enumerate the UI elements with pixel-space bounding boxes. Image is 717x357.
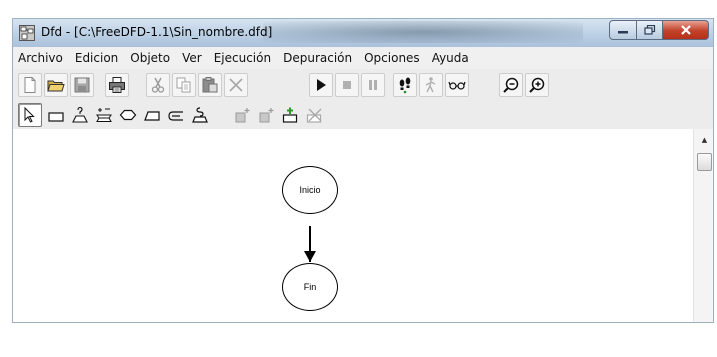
minimize-button[interactable] <box>609 20 637 40</box>
step-footprints-icon <box>399 77 411 94</box>
minimize-icon <box>618 31 628 34</box>
print-button[interactable] <box>105 73 129 97</box>
menu-ejecucion[interactable]: Ejecución <box>214 51 271 65</box>
restore-icon <box>643 25 655 35</box>
subprogram-call-tool[interactable] <box>164 103 188 127</box>
assignment-icon <box>48 112 64 122</box>
menu-objeto[interactable]: Objeto <box>130 51 170 65</box>
assignment-tool[interactable] <box>44 103 68 127</box>
scroll-up-arrow-icon[interactable]: ▲ <box>694 133 713 147</box>
subprogram-tool[interactable] <box>255 103 279 127</box>
new-subprogram-tool[interactable] <box>279 103 303 127</box>
pointer-icon <box>24 106 35 123</box>
objects-toolbar <box>13 101 713 129</box>
decision-icon <box>119 109 137 121</box>
stop-button[interactable] <box>335 73 359 97</box>
delete-subprogram-tool[interactable] <box>303 103 327 127</box>
print-icon <box>109 77 125 93</box>
save-disk-icon <box>74 77 90 93</box>
start-node[interactable]: Inicio <box>282 166 338 214</box>
output-tool[interactable] <box>140 103 164 127</box>
run-icon <box>317 79 326 91</box>
vertical-scrollbar[interactable]: ▲ <box>693 129 713 322</box>
delete-icon <box>229 78 243 92</box>
decision-tool[interactable] <box>116 103 140 127</box>
scroll-thumb[interactable] <box>697 153 712 171</box>
copy-button[interactable] <box>172 73 196 97</box>
delete-button[interactable] <box>224 73 248 97</box>
window-controls <box>609 20 709 40</box>
menu-depuracion[interactable]: Depuración <box>283 51 352 65</box>
window-title: Dfd - [C:\FreeDFD-1.1\Sin_nombre.dfd] <box>41 25 273 39</box>
app-icon[interactable] <box>19 25 35 41</box>
read-icon <box>72 106 88 123</box>
watch-glasses-icon <box>448 81 466 90</box>
watch-button[interactable] <box>445 73 469 97</box>
zoom-in-button[interactable] <box>525 73 549 97</box>
insert-subprogram-icon <box>235 108 250 123</box>
output-icon <box>144 111 160 121</box>
walk-icon <box>425 77 436 93</box>
copy-icon <box>176 77 191 93</box>
pointer-tool[interactable] <box>18 103 42 127</box>
paste-icon <box>202 77 218 93</box>
new-subprogram-icon <box>282 107 298 123</box>
cut-button[interactable] <box>146 73 170 97</box>
loop-icon <box>96 108 112 122</box>
delete-subprogram-icon <box>306 108 322 123</box>
subprogram-call-icon <box>168 111 183 121</box>
menu-edicion[interactable]: Edicion <box>75 51 118 65</box>
menu-bar: Archivo Edicion Objeto Ver Ejecución Dep… <box>13 47 713 69</box>
open-button[interactable] <box>44 73 68 97</box>
close-icon <box>680 25 691 35</box>
paste-button[interactable] <box>198 73 222 97</box>
title-bar-glass <box>263 21 583 43</box>
zoom-in-icon <box>529 77 545 93</box>
menu-opciones[interactable]: Opciones <box>364 51 420 65</box>
pause-icon <box>369 80 377 90</box>
new-document-icon <box>24 77 36 93</box>
stop-icon <box>343 81 351 89</box>
read-tool[interactable] <box>68 103 92 127</box>
app-window: Dfd - [C:\FreeDFD-1.1\Sin_nombre.dfd] Ar… <box>12 18 714 323</box>
menu-archivo[interactable]: Archivo <box>18 51 63 65</box>
pause-button[interactable] <box>361 73 385 97</box>
end-node[interactable]: Fin <box>282 263 338 311</box>
write-tool[interactable] <box>188 103 212 127</box>
open-folder-icon <box>47 80 65 92</box>
menu-ayuda[interactable]: Ayuda <box>432 51 469 65</box>
cut-icon <box>151 77 165 93</box>
new-button[interactable] <box>18 73 42 97</box>
menu-ver[interactable]: Ver <box>182 51 202 65</box>
step-button[interactable] <box>393 73 417 97</box>
subprogram-icon <box>259 108 274 123</box>
loop-tool[interactable] <box>92 103 116 127</box>
close-button[interactable] <box>663 20 709 40</box>
diagram-canvas[interactable]: Inicio Fin <box>13 129 693 322</box>
main-toolbar <box>13 69 713 101</box>
title-bar[interactable]: Dfd - [C:\FreeDFD-1.1\Sin_nombre.dfd] <box>13 19 713 47</box>
walk-button[interactable] <box>419 73 443 97</box>
maximize-button[interactable] <box>637 20 663 40</box>
flow-arrow <box>304 251 316 262</box>
write-icon <box>192 107 208 123</box>
zoom-out-icon <box>503 77 519 93</box>
run-button[interactable] <box>309 73 333 97</box>
zoom-out-button[interactable] <box>499 73 523 97</box>
save-button[interactable] <box>70 73 94 97</box>
insert-subprogram-tool[interactable] <box>231 103 255 127</box>
